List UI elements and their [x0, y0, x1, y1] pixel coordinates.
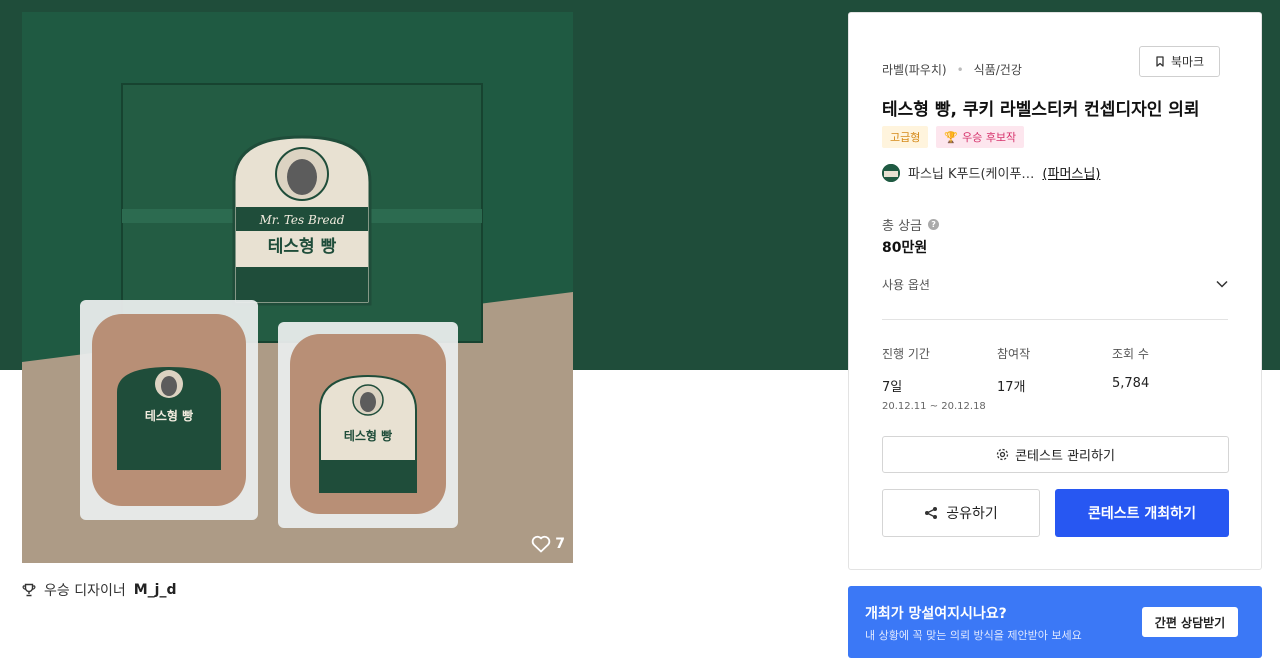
grade-badge: 고급형 — [882, 126, 929, 148]
pack-left-product-text: 테스형 빵 — [145, 408, 193, 423]
like-button[interactable]: 7 — [531, 535, 565, 553]
total-prize-text: 총 상금 — [882, 219, 923, 234]
bookmark-button[interactable]: 북마크 — [1139, 46, 1220, 77]
chevron-down-icon — [1216, 280, 1228, 288]
breadcrumb-subcategory[interactable]: 식품/건강 — [974, 61, 1022, 78]
host-contest-button[interactable]: 콘테스트 개최하기 — [1055, 489, 1229, 537]
consult-question: 개최가 망설여지시나요? — [865, 606, 1007, 622]
manage-contest-button[interactable]: 콘테스트 관리하기 — [882, 436, 1229, 473]
stat-period: 진행 기간 7일 20.12.11 ~ 20.12.18 — [882, 345, 997, 412]
options-toggle[interactable]: 사용 옵션 — [882, 273, 1228, 295]
trophy-icon — [22, 583, 36, 597]
period-value: 7일 — [882, 380, 903, 395]
period-range: 20.12.11 ~ 20.12.18 — [882, 401, 986, 412]
stat-entries: 참여작 17개 — [997, 345, 1112, 412]
contest-info-card: 라벨(파우치) • 식품/건강 북마크 테스형 빵, 쿠키 라벨스티커 컨셉디자… — [848, 12, 1262, 570]
prize-badge: 🏆 우승 후보작 — [936, 126, 1025, 148]
breadcrumb-separator: • — [956, 62, 964, 77]
winner-name[interactable]: M_j_d — [134, 582, 177, 598]
host-partner-link[interactable]: (파머스닙) — [1042, 163, 1100, 182]
box-brand-text: Mr. Tes Bread — [259, 213, 345, 227]
heart-outline-icon — [532, 535, 551, 553]
host-info[interactable]: 파스닙 K푸드(케이푸… (파머스닙) — [882, 163, 1100, 182]
views-value: 5,784 — [1112, 376, 1150, 391]
options-label: 사용 옵션 — [882, 277, 930, 292]
share-label: 공유하기 — [946, 506, 998, 522]
badges: 고급형 🏆 우승 후보작 — [882, 126, 1025, 148]
contest-title: 테스형 빵, 쿠키 라벨스티커 컨셉디자인 의뢰 — [882, 100, 1200, 120]
winner-designer: 우승 디자이너 M_j_d — [22, 580, 177, 600]
consult-button[interactable]: 간편 상담받기 — [1142, 607, 1238, 637]
entries-value: 17개 — [997, 380, 1026, 395]
host-avatar — [882, 163, 900, 182]
host-name: 파스닙 K푸드(케이푸… — [908, 167, 1035, 182]
pack-right-product-text: 테스형 빵 — [344, 428, 392, 443]
stat-views: 조회 수 5,784 — [1112, 345, 1227, 412]
product-image[interactable]: Mr. Tes Bread 테스형 빵 테스형 빵 테스형 빵 7 — [22, 12, 573, 563]
contest-stats: 진행 기간 7일 20.12.11 ~ 20.12.18 참여작 17개 조회 … — [882, 345, 1228, 412]
manage-contest-label: 콘테스트 관리하기 — [1015, 449, 1115, 464]
box-product-text: 테스형 빵 — [268, 236, 337, 257]
total-prize-label: 총 상금 ? — [882, 215, 940, 234]
views-label: 조회 수 — [1112, 347, 1149, 361]
gear-icon — [996, 448, 1009, 461]
bookmark-label: 북마크 — [1170, 55, 1205, 69]
winner-prefix: 우승 디자이너 — [44, 583, 126, 599]
divider — [882, 319, 1228, 320]
share-button[interactable]: 공유하기 — [882, 489, 1040, 537]
help-icon[interactable]: ? — [928, 219, 940, 230]
total-prize-value: 80만원 — [882, 240, 928, 256]
consult-banner: 개최가 망설여지시나요? 내 상황에 꼭 맞는 의뢰 방식을 제안받아 보세요 … — [848, 586, 1262, 658]
bookmark-icon — [1156, 56, 1164, 67]
share-icon — [925, 507, 938, 519]
trophy-icon: 🏆 — [944, 130, 959, 144]
breadcrumb-category[interactable]: 라벨(파우치) — [882, 61, 947, 78]
consult-subtext: 내 상황에 꼭 맞는 의뢰 방식을 제안받아 보세요 — [865, 629, 1082, 642]
period-label: 진행 기간 — [882, 347, 930, 361]
entries-label: 참여작 — [997, 347, 1031, 361]
breadcrumb: 라벨(파우치) • 식품/건강 — [882, 61, 1022, 78]
product-illustration: Mr. Tes Bread 테스형 빵 테스형 빵 테스형 빵 — [22, 12, 573, 563]
like-count: 7 — [555, 536, 565, 552]
prize-badge-label: 우승 후보작 — [962, 131, 1017, 144]
